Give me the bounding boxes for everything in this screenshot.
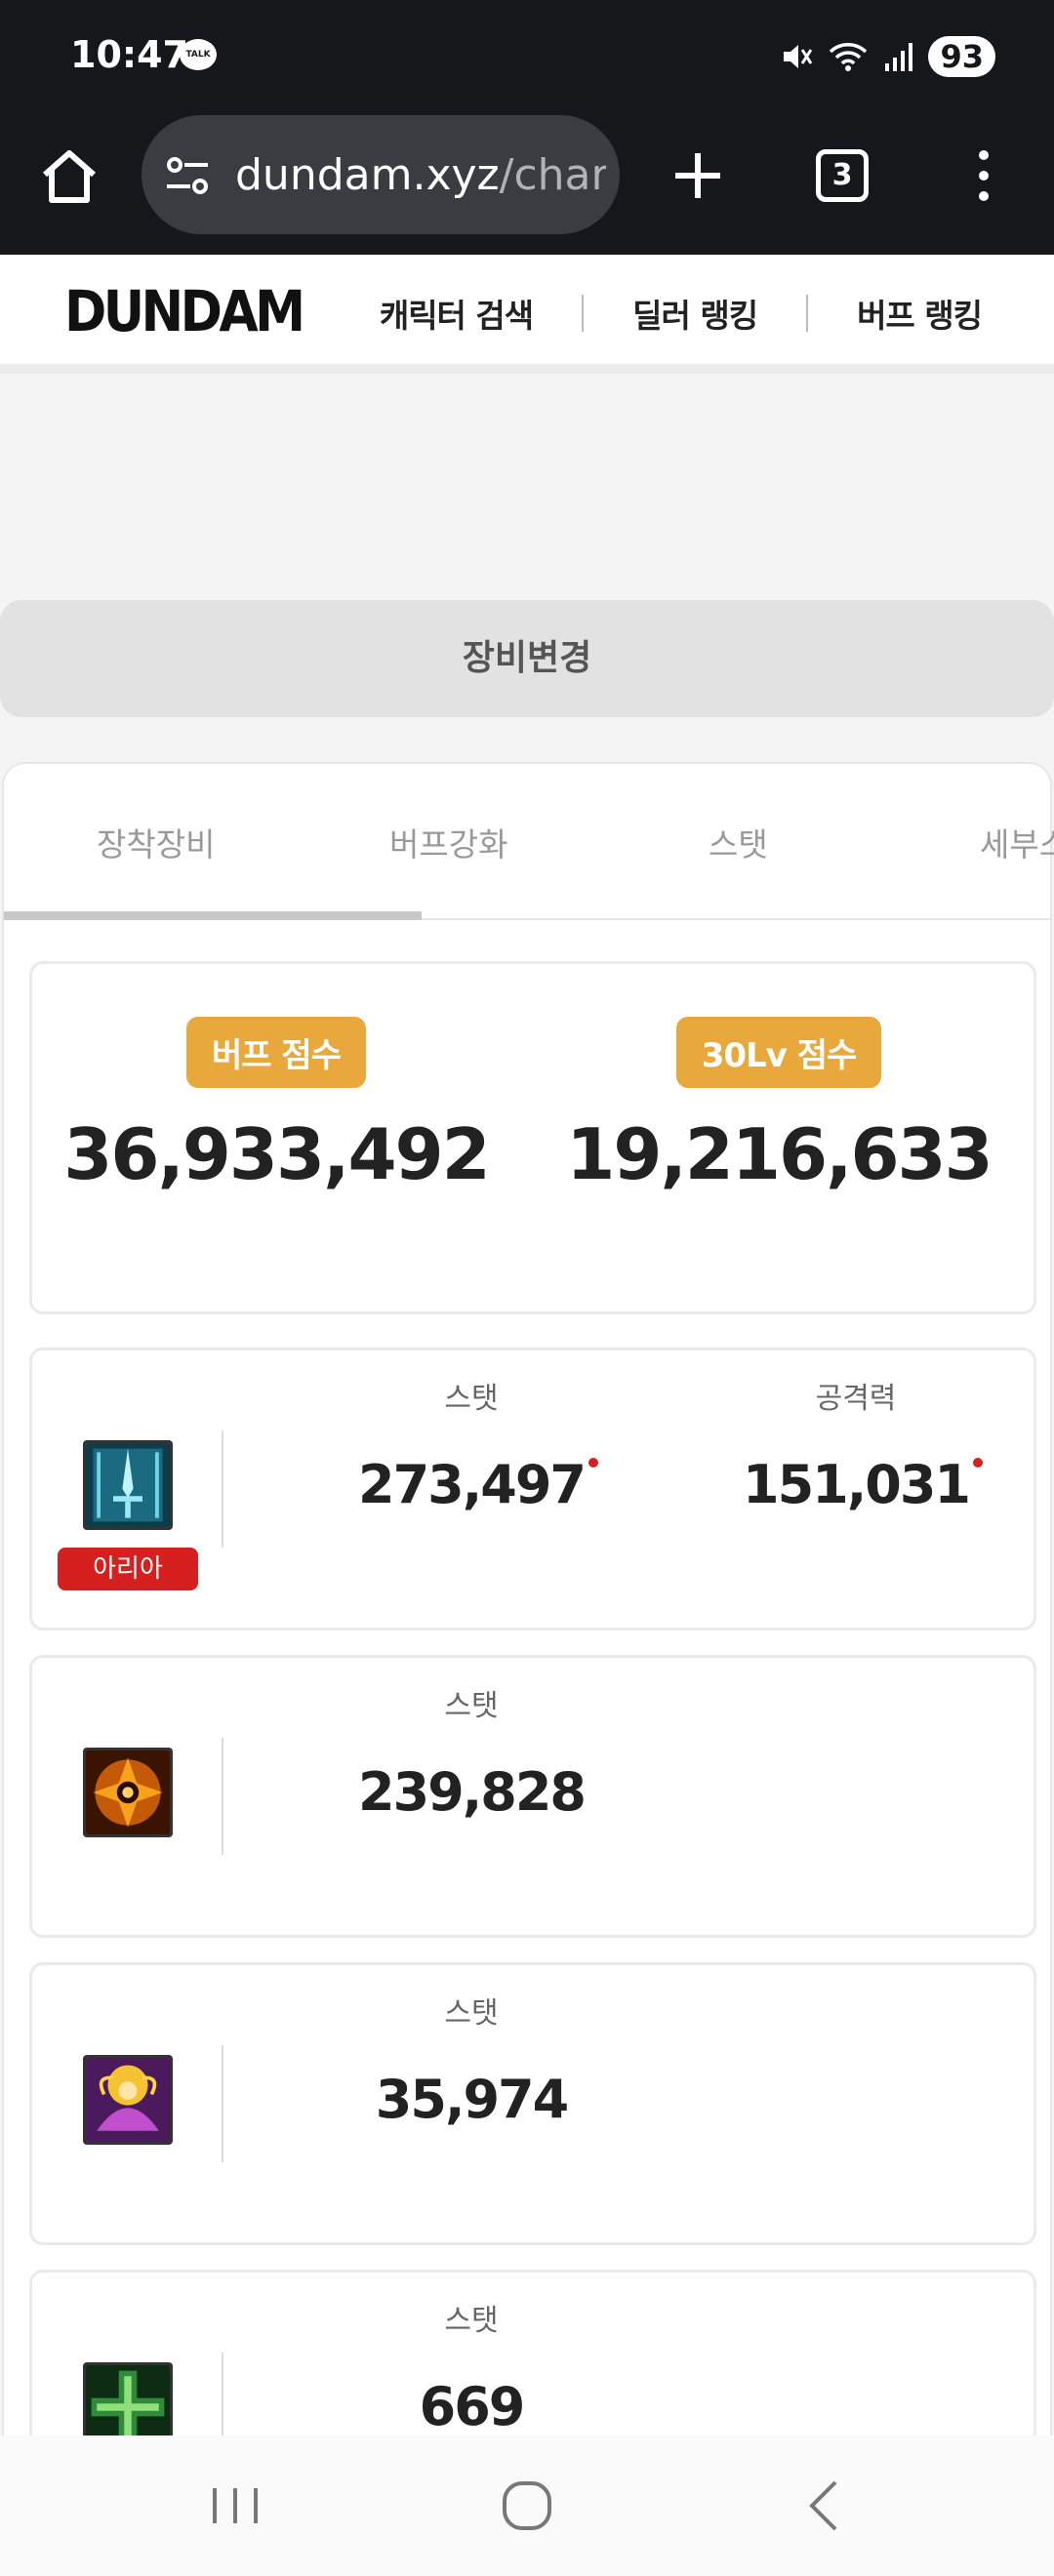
stat-label: 스탯 bbox=[444, 1689, 499, 1723]
stat-number: 273,497 bbox=[358, 1454, 587, 1515]
signal-icon bbox=[885, 43, 913, 71]
new-tab-icon[interactable] bbox=[664, 141, 732, 210]
mute-icon bbox=[784, 45, 813, 68]
card-divider bbox=[222, 1430, 223, 1548]
character-detail-card: 장착장비 버프강화 스탯 세부스 버프 점수 36,933,492 30Lv 점… bbox=[2, 762, 1054, 2576]
status-time: 10:47 bbox=[70, 33, 188, 76]
tab-buff-enhance[interactable]: 버프강화 bbox=[389, 819, 507, 865]
address-bar[interactable]: dundam.xyz/char bbox=[142, 115, 620, 234]
stat-value: 669 bbox=[419, 2376, 526, 2437]
status-icons: 93 bbox=[780, 35, 995, 78]
stat-block: 스탯 239,828 bbox=[325, 1681, 618, 1823]
stat-value: 273,497 bbox=[358, 1454, 598, 1515]
score-summary: 버프 점수 36,933,492 30Lv 점수 19,216,633 bbox=[29, 961, 1036, 1314]
stat-label: 스탯 bbox=[444, 1382, 499, 1416]
home-icon[interactable] bbox=[35, 141, 103, 210]
attack-block: 공격력 151,031 bbox=[709, 1374, 1002, 1515]
site-header: DUNDAM 캐릭터 검색 딜러 랭킹 버프 랭킹 bbox=[0, 255, 1054, 374]
tab-stats[interactable]: 스탯 bbox=[709, 819, 768, 865]
recent-apps-icon[interactable] bbox=[201, 2475, 269, 2537]
stat-block: 스탯 35,974 bbox=[325, 1989, 618, 2130]
site-settings-icon[interactable] bbox=[163, 154, 212, 197]
buff-score-label: 버프 점수 bbox=[186, 1017, 366, 1088]
buff-card: 아리아 스탯 273,497 공격력 151,031 bbox=[29, 1348, 1036, 1630]
red-dot-indicator bbox=[588, 1458, 598, 1468]
buff-card: 스탯 239,828 bbox=[29, 1655, 1036, 1938]
card-divider bbox=[222, 1738, 223, 1855]
url-path: /char bbox=[499, 150, 606, 200]
nav-buff-ranking[interactable]: 버프 랭킹 bbox=[857, 290, 983, 337]
stat-block: 스탯 669 bbox=[325, 2296, 618, 2437]
flame-emblem-icon bbox=[83, 1748, 173, 1837]
site-logo[interactable]: DUNDAM bbox=[64, 278, 305, 344]
lv30-score-label: 30Lv 점수 bbox=[675, 1017, 882, 1088]
tab-details[interactable]: 세부스 bbox=[980, 819, 1054, 865]
stat-value: 239,828 bbox=[358, 1761, 587, 1823]
attack-value: 151,031 bbox=[743, 1454, 983, 1515]
url-domain: dundam.xyz bbox=[235, 150, 500, 200]
tab-switcher-button[interactable]: 3 bbox=[816, 149, 869, 202]
buff-score: 버프 점수 36,933,492 bbox=[32, 1017, 520, 1195]
angel-buff-icon bbox=[83, 2055, 173, 2145]
sword-buff-icon bbox=[83, 1440, 173, 1530]
active-tab-indicator bbox=[4, 911, 422, 920]
site-nav: 캐릭터 검색 딜러 랭킹 버프 랭킹 bbox=[380, 290, 983, 337]
back-icon[interactable] bbox=[790, 2475, 859, 2537]
battery-indicator: 93 bbox=[928, 36, 995, 77]
nav-divider bbox=[582, 295, 585, 332]
lv30-score-value: 19,216,633 bbox=[566, 1113, 993, 1195]
character-tag: 아리아 bbox=[58, 1548, 198, 1590]
equipment-change-button[interactable]: 장비변경 bbox=[0, 600, 1054, 717]
stat-value: 35,974 bbox=[375, 2069, 569, 2130]
buff-score-value: 36,933,492 bbox=[63, 1113, 490, 1195]
url-text[interactable]: dundam.xyz/char bbox=[235, 150, 606, 200]
more-menu-icon[interactable] bbox=[966, 141, 1001, 210]
red-dot-indicator bbox=[972, 1458, 983, 1468]
lv30-score: 30Lv 점수 19,216,633 bbox=[535, 1017, 1023, 1195]
stat-label: 스탯 bbox=[444, 2304, 499, 2338]
browser-toolbar: dundam.xyz/char 3 bbox=[0, 112, 1054, 255]
nav-divider bbox=[806, 295, 809, 332]
attack-label: 공격력 bbox=[815, 1382, 897, 1416]
card-divider bbox=[222, 2045, 223, 2162]
status-bar: 10:47 TALK 93 bbox=[0, 0, 1054, 112]
buff-card: 스탯 35,974 bbox=[29, 1962, 1036, 2245]
home-nav-icon[interactable] bbox=[493, 2475, 561, 2537]
system-navigation-bar bbox=[0, 2435, 1054, 2576]
stat-label: 스탯 bbox=[444, 1996, 499, 2031]
kakaotalk-notification-icon: TALK bbox=[180, 39, 217, 70]
attack-number: 151,031 bbox=[743, 1454, 971, 1515]
stat-block: 스탯 273,497 bbox=[325, 1374, 618, 1515]
nav-dealer-ranking[interactable]: 딜러 랭킹 bbox=[632, 290, 758, 337]
tab-equipment[interactable]: 장착장비 bbox=[97, 819, 215, 865]
nav-character-search[interactable]: 캐릭터 검색 bbox=[380, 290, 534, 337]
detail-tabs: 장착장비 버프강화 스탯 세부스 bbox=[4, 764, 1054, 920]
wifi-icon bbox=[830, 43, 868, 71]
